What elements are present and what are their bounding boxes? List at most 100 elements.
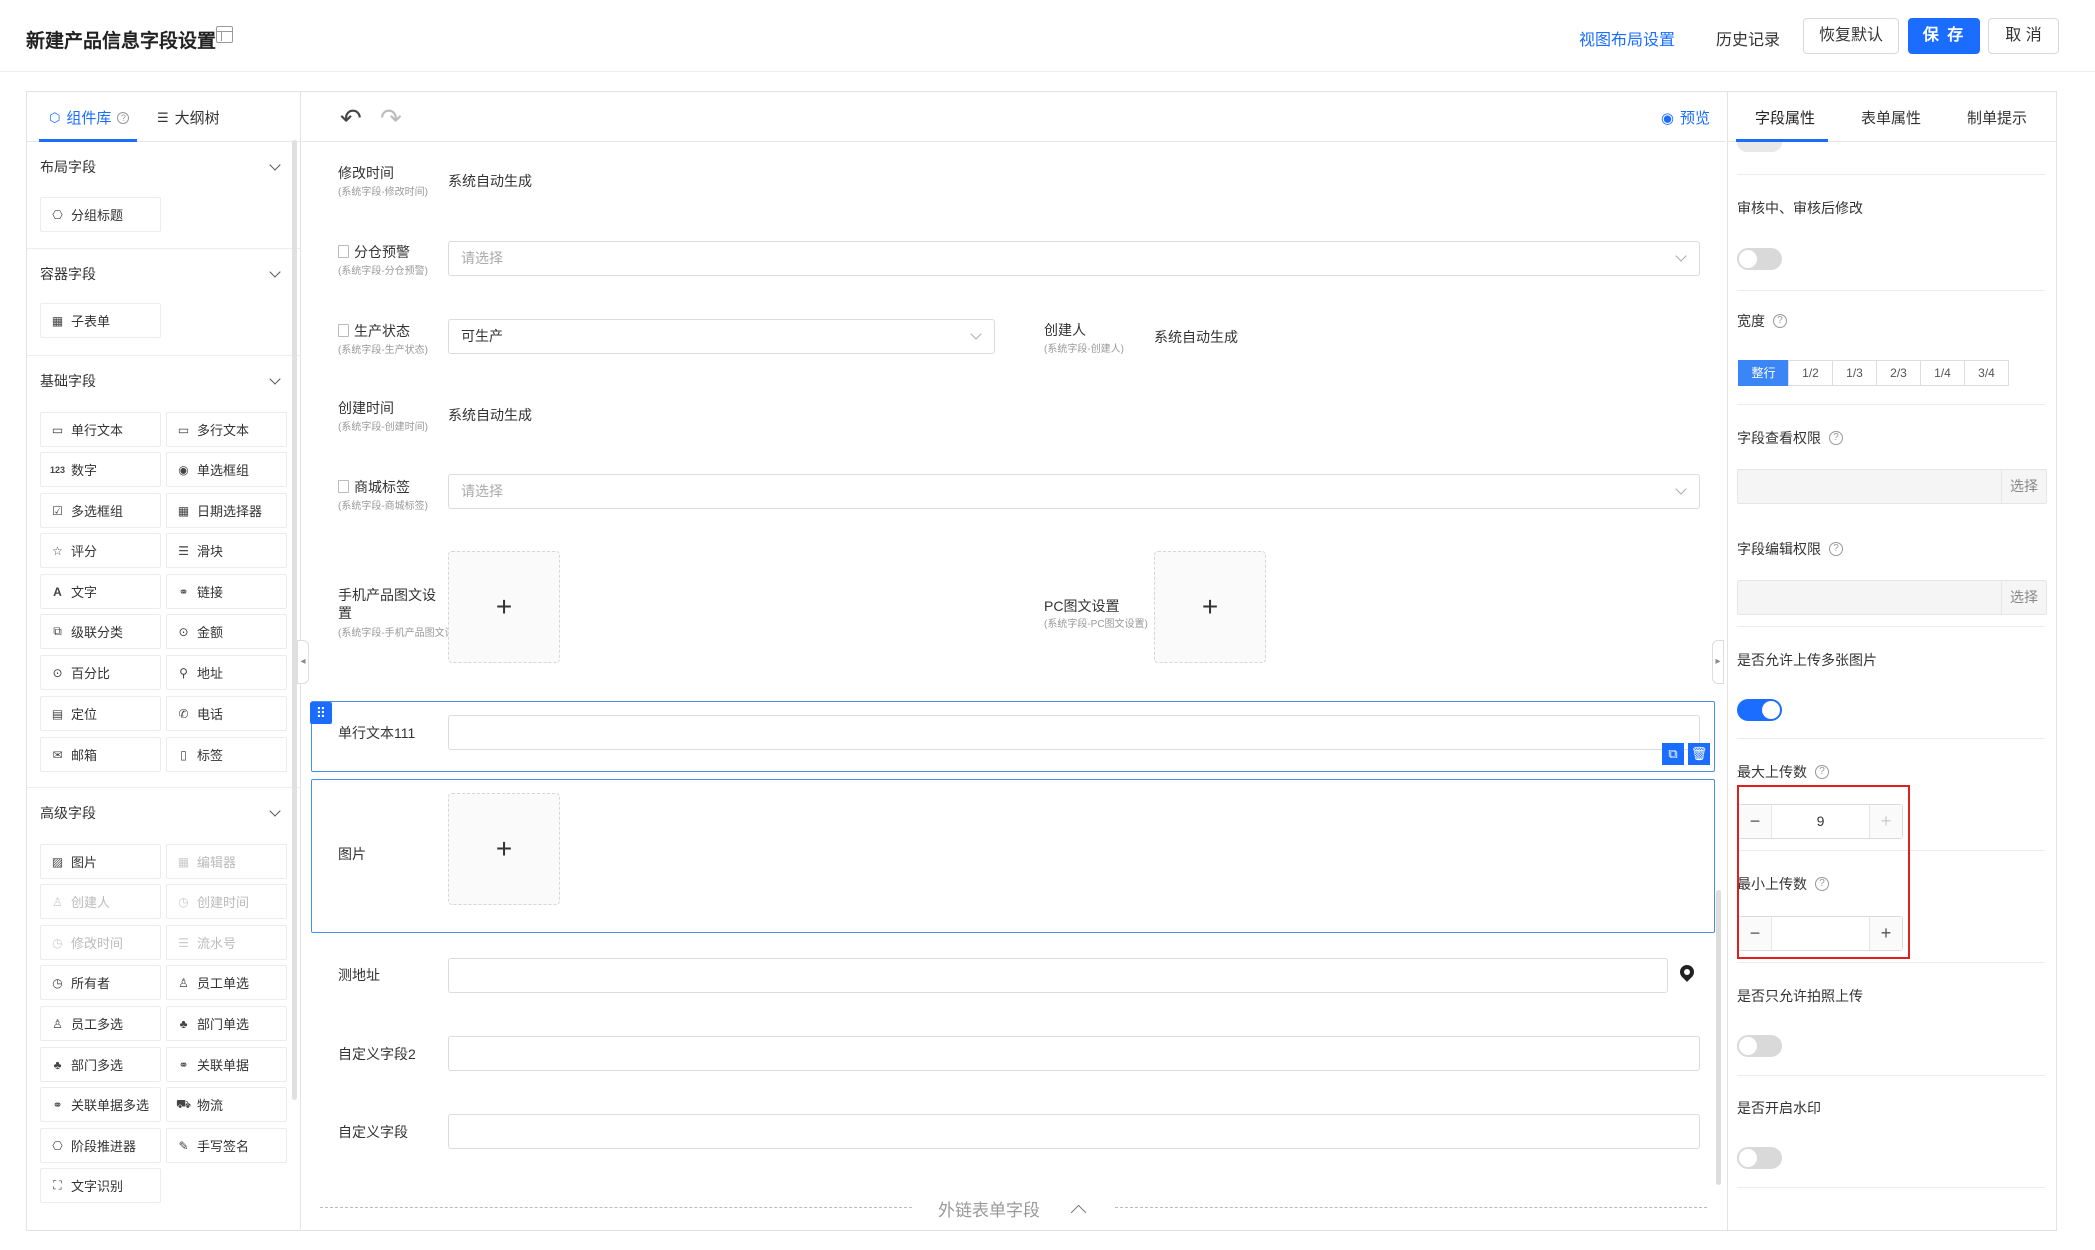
component-logistics[interactable]: ⛟ 物流 [166,1087,287,1122]
component-address[interactable]: ⚲ 地址 [166,655,287,690]
component-subform[interactable]: ▦ 子表单 [40,303,161,338]
component-tag[interactable]: ▯ 标签 [166,737,287,772]
component-link[interactable]: ⚭ 链接 [166,574,287,609]
section-header[interactable]: 容器字段 [27,249,300,299]
tab-field-properties[interactable]: 字段属性 [1755,107,1815,128]
component-department-multi[interactable]: ♣ 部门多选 [40,1047,161,1082]
collapse-left-icon[interactable]: ◂ [297,640,309,684]
tab-component-library[interactable]: ⬡ 组件库 ? [49,107,130,128]
left-scrollbar[interactable] [292,140,297,1100]
clock-icon: ◷ [178,894,189,909]
test-address-input[interactable] [448,958,1668,993]
component-created-time: ◷ 创建时间 [166,884,287,919]
help-icon[interactable]: ? [1815,765,1829,779]
width-label: 宽度? [1737,311,1787,331]
custom-field-2-input[interactable] [448,1036,1700,1071]
preview-button[interactable]: ◉ 预览 [1661,107,1710,128]
single-text-111-input[interactable] [448,715,1700,750]
review-edit-toggle[interactable] [1737,248,1782,270]
help-icon[interactable]: ? [1829,542,1843,556]
component-signature[interactable]: ✎ 手写签名 [166,1128,287,1163]
help-icon[interactable]: ? [1773,314,1787,328]
save-button[interactable]: 保 存 [1908,18,1980,54]
component-single-text[interactable]: ▭ 单行文本 [40,412,161,447]
field-label: 创建时间 [338,400,394,416]
history-link[interactable]: 历史记录 [1716,26,1780,50]
field-label: 商城标签 [338,477,410,497]
component-rating[interactable]: ☆ 评分 [40,533,161,568]
component-location[interactable]: ▤ 定位 [40,696,161,731]
mobile-graphic-upload[interactable]: + [448,551,560,663]
component-email[interactable]: ✉ 邮箱 [40,737,161,772]
redo-icon[interactable]: ↷ [380,103,402,134]
component-ocr[interactable]: ⛶ 文字识别 [40,1168,161,1203]
amount-icon: ⊙ [178,624,189,639]
copy-icon[interactable]: ⧉ [1662,743,1684,765]
production-status-select[interactable]: 可生产 [448,319,995,354]
multi-upload-toggle[interactable] [1737,699,1782,721]
field-value: 系统自动生成 [1154,329,1238,345]
component-multi-text[interactable]: ▭ 多行文本 [166,412,287,447]
component-owner[interactable]: ◷ 所有者 [40,965,161,1000]
component-slider[interactable]: ☰ 滑块 [166,533,287,568]
component-stage-progress[interactable]: ⎔ 阶段推进器 [40,1128,161,1163]
width-option-third[interactable]: 1/3 [1832,360,1877,386]
edit-permission-input[interactable]: 选择 [1737,580,2047,615]
tab-form-properties[interactable]: 表单属性 [1861,107,1921,128]
canvas-scrollbar[interactable] [1716,890,1721,1185]
undo-icon[interactable]: ↶ [340,103,362,134]
image-upload[interactable]: + [448,793,560,905]
mail-icon: ✉ [52,747,63,762]
view-permission-select-button[interactable]: 选择 [2001,470,2046,503]
photo-only-toggle[interactable] [1737,1035,1782,1057]
component-number[interactable]: 123 数字 [40,452,161,487]
pc-graphic-upload[interactable]: + [1154,551,1266,663]
warehouse-alert-select[interactable]: 请选择 [448,241,1700,276]
help-icon[interactable]: ? [117,111,130,124]
mall-tag-select[interactable]: 请选择 [448,474,1700,509]
component-text[interactable]: A 文字 [40,574,161,609]
component-employee-multi[interactable]: ♙ 员工多选 [40,1006,161,1041]
component-percent[interactable]: ⊙ 百分比 [40,655,161,690]
section-header[interactable]: 高级字段 [27,788,300,838]
section-header[interactable]: 布局字段 [27,142,300,192]
width-option-full[interactable]: 整行 [1738,360,1789,386]
watermark-toggle[interactable] [1737,1147,1782,1169]
view-layout-link[interactable]: 视图布局设置 [1579,26,1675,50]
collapse-right-icon[interactable]: ▸ [1712,640,1724,684]
width-option-three-quarters[interactable]: 3/4 [1964,360,2009,386]
component-related-document-multi[interactable]: ⚭ 关联单据多选 [40,1087,161,1122]
tab-form-hint[interactable]: 制单提示 [1967,107,2027,128]
section-container: 容器字段 [27,249,300,299]
width-option-half[interactable]: 1/2 [1788,360,1833,386]
component-checkbox-group[interactable]: ☑ 多选框组 [40,493,161,528]
delete-icon[interactable]: 🗑 [1688,743,1710,765]
component-creator: ♙ 创建人 [40,884,161,919]
custom-field-input[interactable] [448,1114,1700,1149]
right-tabs: 字段属性 表单属性 制单提示 [1728,92,2056,142]
watermark-label: 是否开启水印 [1737,1100,1821,1116]
drag-handle-icon[interactable]: ⠿ [310,702,332,724]
view-permission-input[interactable]: 选择 [1737,469,2047,504]
help-icon[interactable]: ? [1829,431,1843,445]
component-phone[interactable]: ✆ 电话 [166,696,287,731]
edit-permission-select-button[interactable]: 选择 [2001,581,2046,614]
component-employee-single[interactable]: ♙ 员工单选 [166,965,287,1000]
component-date-picker[interactable]: ▦ 日期选择器 [166,493,287,528]
section-header[interactable]: 基础字段 [27,356,300,406]
component-radio-group[interactable]: ◉ 单选框组 [166,452,287,487]
divider-line [1115,1207,1707,1208]
width-option-two-thirds[interactable]: 2/3 [1876,360,1921,386]
component-cascade[interactable]: ⧉ 级联分类 [40,614,161,649]
layout-icon[interactable] [216,26,233,43]
component-department-single[interactable]: ♣ 部门单选 [166,1006,287,1041]
component-image[interactable]: ▨ 图片 [40,844,161,879]
width-option-quarter[interactable]: 1/4 [1920,360,1965,386]
restore-default-button[interactable]: 恢复默认 [1803,18,1899,54]
tab-outline-tree[interactable]: ☰ 大纲树 [157,107,220,128]
partial-toggle[interactable] [1737,142,1782,152]
component-related-document[interactable]: ⚭ 关联单据 [166,1047,287,1082]
cancel-button[interactable]: 取 消 [1988,18,2059,54]
component-group-title[interactable]: ⎔ 分组标题 [40,197,161,232]
component-amount[interactable]: ⊙ 金额 [166,614,287,649]
